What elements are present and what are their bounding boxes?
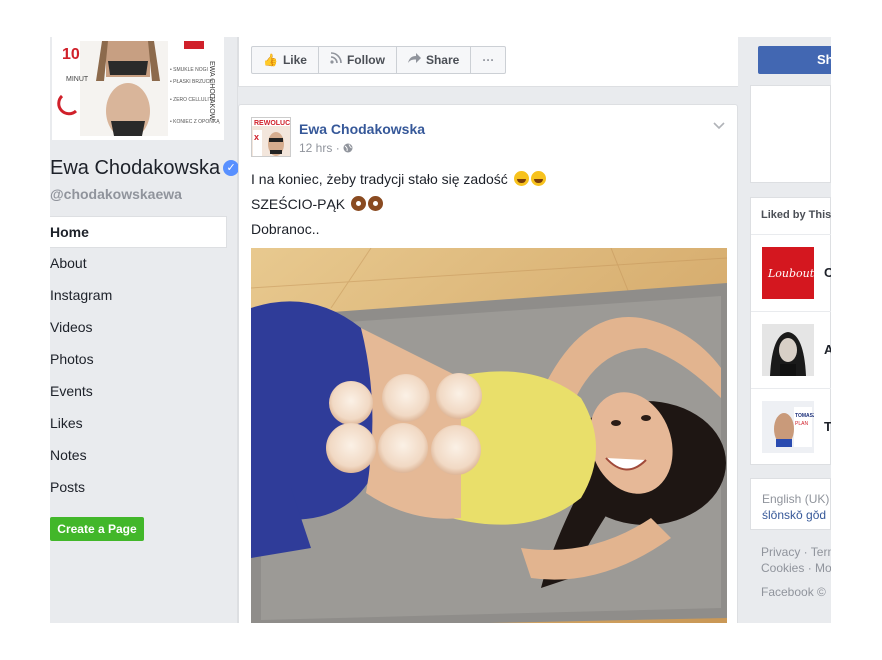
- liked-by-title: Liked by This: [761, 209, 831, 221]
- liked-page-item[interactable]: Louboutin C: [751, 234, 831, 311]
- profile-picture[interactable]: 10 MINUT • SMUKLE NOGI • PŁASKI BRZUCH •…: [52, 37, 224, 140]
- right-info-box: [750, 85, 831, 183]
- post-author-name[interactable]: Ewa Chodakowska: [299, 121, 425, 137]
- svg-text:• SMUKLE NOGI: • SMUKLE NOGI: [170, 67, 208, 73]
- follow-button-label: Follow: [346, 53, 385, 67]
- post-text-line-2-content: SZEŚCIO-PĄK: [251, 196, 346, 212]
- rss-icon: [330, 47, 342, 73]
- page-title[interactable]: Ewa Chodakowska ✓: [50, 157, 240, 180]
- post-photo[interactable]: [251, 248, 727, 623]
- chevron-down-icon[interactable]: [713, 117, 725, 133]
- post-meta: 12 hrs ·: [299, 141, 353, 155]
- more-options-button[interactable]: ···: [471, 47, 505, 73]
- language-box: English (UK) ślōnskŏ gŏd: [750, 478, 831, 530]
- liked-page-item[interactable]: TOMASZ PLAN T: [751, 388, 831, 465]
- current-language: English (UK): [762, 492, 830, 506]
- post-author-avatar[interactable]: REWOLUCJA x: [251, 117, 291, 157]
- globe-icon: [343, 141, 353, 155]
- nav-item-notes[interactable]: Notes: [50, 440, 227, 472]
- liked-by-this-page-box: Liked by This Louboutin C A TOMASZ PLAN T: [750, 197, 831, 465]
- footer-links-row-1[interactable]: Privacy · Term: [761, 545, 831, 559]
- alternate-language-link[interactable]: ślōnskŏ gŏd: [762, 508, 826, 522]
- post-text-line-2: SZEŚCIO-PĄK: [251, 196, 384, 212]
- grinning-tongue-emoji-icon: [530, 171, 546, 186]
- liked-page-name[interactable]: T: [824, 419, 831, 434]
- nav-item-videos[interactable]: Videos: [50, 312, 227, 344]
- post-text-line-1-content: I na koniec, żeby tradycji stało się zad…: [251, 171, 508, 187]
- doughnut-emoji-icon: [351, 196, 367, 211]
- like-button-label: Like: [282, 53, 307, 67]
- nav-item-about[interactable]: About: [50, 248, 227, 280]
- thumbs-up-icon: 👍: [263, 53, 278, 67]
- nav-item-events[interactable]: Events: [50, 376, 227, 408]
- create-page-button[interactable]: Create a Page: [50, 517, 144, 541]
- post-timestamp[interactable]: 12 hrs: [299, 141, 332, 155]
- share-button-label: Share: [425, 53, 460, 67]
- post-text-line-3: Dobranoc..: [251, 221, 320, 237]
- footer-copyright: Facebook ©: [761, 585, 826, 599]
- svg-text:PLAN: PLAN: [795, 421, 808, 427]
- svg-text:x: x: [254, 132, 259, 142]
- doughnut-emoji-icon: [368, 196, 384, 211]
- svg-text:Louboutin: Louboutin: [767, 267, 814, 280]
- svg-text:• PŁASKI BRZUCH: • PŁASKI BRZUCH: [170, 79, 213, 85]
- share-button[interactable]: Share: [397, 47, 472, 73]
- grinning-tongue-emoji-icon: [513, 171, 529, 186]
- like-button[interactable]: 👍 Like: [252, 47, 319, 73]
- action-button-group: 👍 Like Follow Share ···: [251, 46, 507, 74]
- liked-page-name[interactable]: A: [824, 342, 831, 357]
- share-page-button[interactable]: Sh: [758, 46, 831, 74]
- verified-badge-icon: ✓: [223, 160, 240, 176]
- nav-item-instagram[interactable]: Instagram: [50, 280, 227, 312]
- post-card: REWOLUCJA x Ewa Chodakowska 12 hrs · I n…: [238, 104, 738, 623]
- facebook-page-view: 10 MINUT • SMUKLE NOGI • PŁASKI BRZUCH •…: [50, 37, 831, 623]
- right-column: Sh Liked by This Louboutin C A TOMASZ PLA…: [750, 37, 831, 623]
- left-column: 10 MINUT • SMUKLE NOGI • PŁASKI BRZUCH •…: [50, 37, 240, 623]
- nav-item-home[interactable]: Home: [50, 216, 227, 248]
- nav-item-likes[interactable]: Likes: [50, 408, 227, 440]
- liked-page-thumbnail[interactable]: TOMASZ PLAN: [762, 401, 814, 453]
- page-username[interactable]: @chodakowskaewa: [50, 186, 182, 202]
- follow-button[interactable]: Follow: [319, 47, 397, 73]
- page-nav: Home About Instagram Videos Photos Event…: [50, 216, 227, 504]
- liked-page-thumbnail[interactable]: [762, 324, 814, 376]
- page-action-bar: 👍 Like Follow Share ···: [238, 37, 738, 87]
- svg-text:MINUT: MINUT: [66, 76, 89, 83]
- share-arrow-icon: [407, 47, 421, 73]
- post-text-line-1: I na koniec, żeby tradycji stało się zad…: [251, 171, 546, 187]
- nav-item-posts[interactable]: Posts: [50, 472, 227, 504]
- post-meta-separator: ·: [335, 141, 344, 155]
- liked-page-name[interactable]: C: [824, 265, 831, 280]
- page-title-text[interactable]: Ewa Chodakowska: [50, 157, 220, 179]
- nav-item-photos[interactable]: Photos: [50, 344, 227, 376]
- svg-text:EWA CHODAKOW: EWA CHODAKOW: [208, 61, 215, 121]
- svg-text:TOMASZ: TOMASZ: [795, 413, 814, 419]
- liked-page-item[interactable]: A: [751, 311, 831, 388]
- svg-text:10: 10: [62, 46, 80, 63]
- liked-page-thumbnail[interactable]: Louboutin: [762, 247, 814, 299]
- svg-text:REWOLUCJA: REWOLUCJA: [254, 120, 291, 127]
- footer-links-row-2[interactable]: Cookies · Mo: [761, 561, 831, 575]
